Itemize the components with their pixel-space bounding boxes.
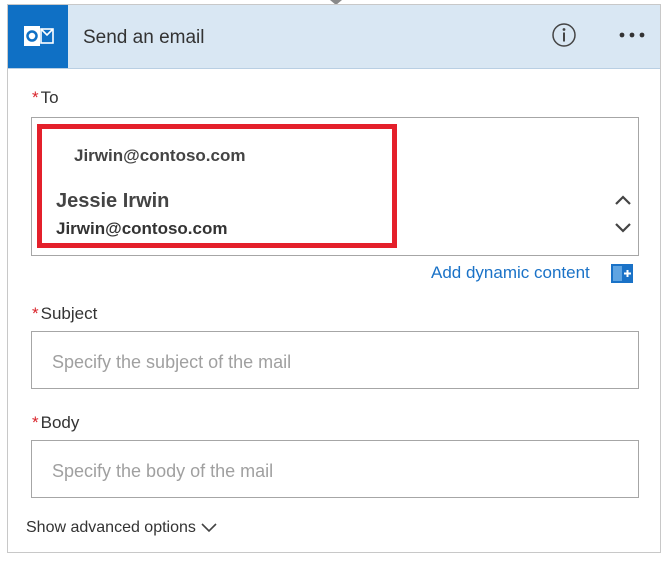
required-marker: *	[32, 413, 39, 432]
suggestion-name[interactable]: Jessie Irwin	[56, 190, 169, 213]
body-label: * Body	[32, 413, 79, 433]
card-title: Send an email	[83, 27, 205, 48]
outlook-icon	[8, 5, 68, 68]
card-header[interactable]: Send an email	[8, 5, 660, 69]
advanced-label: Show advanced options	[26, 519, 196, 536]
info-icon[interactable]	[551, 22, 577, 48]
show-advanced-options-button[interactable]: Show advanced options	[26, 519, 218, 537]
subject-input[interactable]: Specify the subject of the mail	[31, 331, 639, 389]
subject-label: * Subject	[32, 304, 97, 324]
scroll-down-icon[interactable]	[612, 218, 634, 238]
to-label: * To	[32, 88, 59, 108]
body-label-text: Body	[40, 413, 80, 432]
add-dynamic-content-link[interactable]: Add dynamic content	[431, 263, 590, 283]
scroll-up-icon[interactable]	[612, 190, 634, 210]
suggestion-email[interactable]: Jirwin@contoso.com	[56, 219, 228, 239]
body-input[interactable]: Specify the body of the mail	[31, 440, 639, 498]
plus-icon[interactable]	[611, 264, 633, 283]
more-options-icon[interactable]	[617, 25, 649, 45]
required-marker: *	[32, 304, 39, 323]
chevron-down-icon	[201, 523, 217, 532]
subject-label-text: Subject	[40, 304, 98, 323]
required-marker: *	[32, 88, 39, 107]
to-field[interactable]: Jirwin@contoso.com Jessie Irwin Jirwin@c…	[31, 117, 639, 256]
to-label-text: To	[40, 88, 59, 107]
send-email-card: Send an email * To Jirwin@contoso.com Jes…	[7, 4, 661, 553]
to-entered-value[interactable]: Jirwin@contoso.com	[74, 146, 246, 166]
